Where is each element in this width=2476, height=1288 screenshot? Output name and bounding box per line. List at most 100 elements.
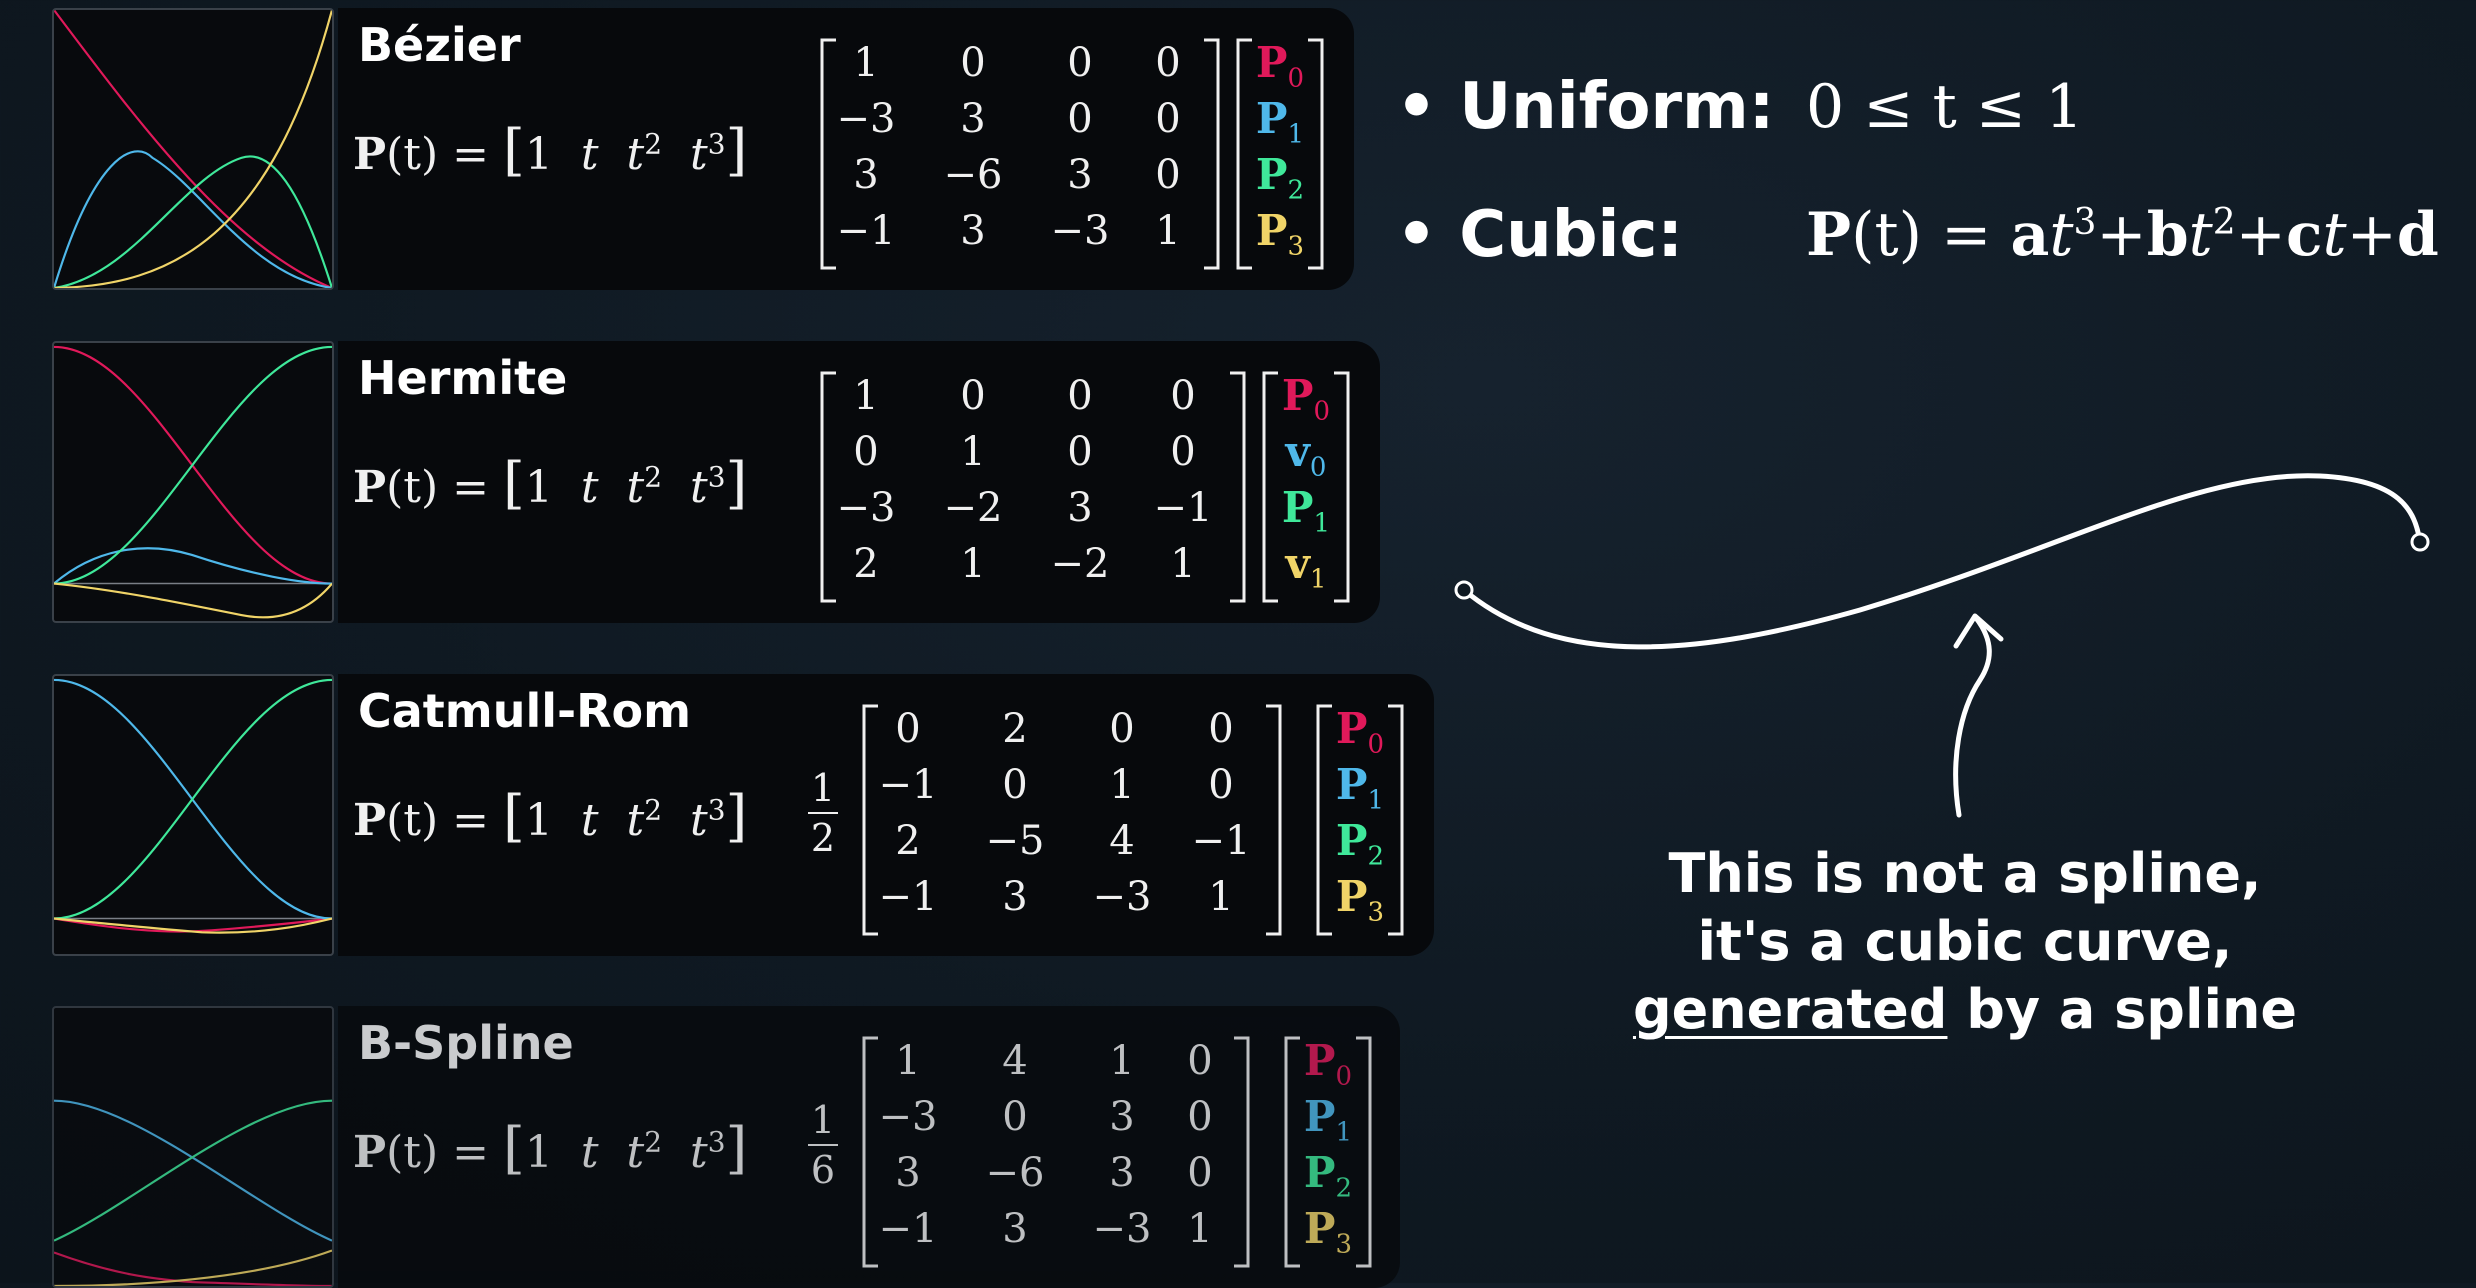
scale-fraction: 12 (808, 766, 838, 860)
vector-entry-p1: P1 (1303, 1092, 1353, 1148)
catmull-rom-basis-svg (54, 678, 332, 934)
vector-entry-p2: P2 (1335, 816, 1385, 872)
matrix-cell: 3 (960, 96, 986, 142)
matrix-cell: 2 (853, 541, 879, 587)
vector-entry-p1: P1 (1281, 483, 1331, 539)
basis-formula: P(t) = [1 t t2 t3] (353, 1116, 748, 1181)
bullet-cubic-label: • Cubic: (1396, 198, 1683, 272)
matrix-cell: 4 (1109, 818, 1135, 864)
matrix-cell: −1 (878, 874, 938, 920)
matrix-cell: 3 (853, 152, 879, 198)
matrix-cell: −2 (943, 485, 1003, 531)
matrix-cell: 1 (1170, 541, 1196, 587)
bullet-cubic-math: P(t) = at3+bt2+ct+d (1806, 200, 2439, 270)
basis-curve-p1 (54, 150, 332, 288)
catmull-rom-card: Catmull-Rom P(t) = [1 t t2 t3] 12 0 2 0 0 −… (338, 674, 1434, 956)
vector-entry-p2: P2 (1255, 150, 1305, 206)
vector-entry-v0: v0 (1285, 427, 1327, 483)
hermite-card: Hermite P(t) = [1 t t2 t3] 1 0 0 0 0 1 0 0 … (338, 341, 1380, 623)
matrix-cell: 2 (1002, 706, 1028, 752)
matrix-cell: 0 (1067, 373, 1093, 419)
matrix-cell: 0 (1187, 1038, 1213, 1084)
basis-curve-p0 (54, 10, 332, 288)
matrix-cell: 1 (853, 40, 879, 86)
matrix-cell: 4 (1002, 1038, 1028, 1084)
basis-curve-p3 (54, 1249, 332, 1286)
bullet-uniform-label: • Uniform: (1396, 70, 1775, 144)
matrix-cell: 0 (1208, 706, 1234, 752)
note-line-2: it's a cubic curve, (1697, 910, 2233, 973)
card-title: Hermite (358, 351, 568, 405)
bezier-basis-plot (52, 8, 334, 290)
note-line-1: This is not a spline, (1668, 842, 2262, 905)
bezier-card: Bézier P(t) = [1 t t2 t3] 1 0 0 0 −3 3 0 0 … (338, 8, 1354, 290)
matrix-cell: 1 (895, 1038, 921, 1084)
basis-formula: P(t) = [1 t t2 t3] (353, 451, 748, 516)
cubic-curve (1461, 473, 2423, 650)
matrix-cell: 0 (1187, 1094, 1213, 1140)
basis-curve-v0 (54, 547, 332, 585)
matrix-cell: 3 (1067, 152, 1093, 198)
hermite-basis-plot (52, 341, 334, 623)
vector-entry-p3: P3 (1255, 206, 1305, 262)
catmull-rom-basis-plot (52, 674, 334, 956)
matrix-cell: −1 (878, 1206, 938, 1252)
matrix-cell: −3 (1050, 208, 1110, 254)
matrix-cell: 0 (1208, 762, 1234, 808)
matrix-cell: −1 (878, 762, 938, 808)
card-title: Bézier (358, 18, 521, 72)
matrix-cell: 0 (1155, 152, 1181, 198)
arrow-head (1953, 613, 2004, 649)
basis-curve-v1 (54, 582, 332, 619)
matrix-cell: 0 (960, 373, 986, 419)
bullet-uniform-math: 0 ≤ t ≤ 1 (1806, 72, 2084, 142)
matrix-cell: −6 (985, 1150, 1045, 1196)
card-title: Catmull-Rom (358, 684, 692, 738)
matrix-cell: 0 (1067, 40, 1093, 86)
matrix-cell: 1 (1208, 874, 1234, 920)
matrix-cell: 0 (853, 429, 879, 475)
basis-curve-p2 (54, 155, 332, 288)
vector-entry-p1: P1 (1255, 94, 1305, 150)
scale-fraction: 16 (808, 1098, 838, 1192)
b-spline-basis-plot (52, 1006, 334, 1288)
matrix-cell: 1 (1155, 208, 1181, 254)
vector-entry-p0: P0 (1255, 38, 1305, 94)
matrix-cell: −3 (1092, 874, 1152, 920)
cubic-curve-illustration (1454, 473, 2430, 818)
annotation-note: This is not a spline, it's a cubic curve… (1540, 840, 2390, 1044)
matrix-cell: 0 (960, 40, 986, 86)
matrix-cell: 3 (895, 1150, 921, 1196)
matrix-cell: 0 (1155, 40, 1181, 86)
matrix-cell: 1 (853, 373, 879, 419)
matrix-cell: 1 (1109, 1038, 1135, 1084)
matrix-cell: 2 (895, 818, 921, 864)
matrix-cell: −2 (1050, 541, 1110, 587)
hermite-basis-svg (54, 345, 332, 619)
matrix-cell: −1 (1191, 818, 1251, 864)
curve-start-point (1454, 580, 1474, 600)
basis-curve-p2 (54, 678, 332, 920)
matrix-cell: −3 (878, 1094, 938, 1140)
matrix-cell: 0 (1155, 96, 1181, 142)
vector-entry-v1: v1 (1285, 539, 1327, 595)
b-spline-basis-svg (54, 1099, 332, 1286)
matrix-cell: 0 (1002, 1094, 1028, 1140)
matrix-cell: −1 (1153, 485, 1213, 531)
matrix-cell: 0 (1067, 429, 1093, 475)
matrix-cell: 3 (960, 208, 986, 254)
matrix-cell: −5 (985, 818, 1045, 864)
basis-curve-p0 (54, 1251, 332, 1286)
matrix-cell: 0 (1067, 96, 1093, 142)
matrix-cell: 3 (1109, 1094, 1135, 1140)
vector-entry-p0: P0 (1303, 1036, 1353, 1092)
matrix-cell: 0 (1187, 1150, 1213, 1196)
matrix-cell: 0 (1109, 706, 1135, 752)
vector-entry-p1: P1 (1335, 760, 1385, 816)
basis-curve-p1 (54, 345, 332, 585)
matrix-cell: −3 (836, 485, 896, 531)
vector-entry-p0: P0 (1335, 704, 1385, 760)
matrix-cell: 0 (1170, 373, 1196, 419)
matrix-cell: −3 (1092, 1206, 1152, 1252)
matrix-cell: 3 (1002, 1206, 1028, 1252)
